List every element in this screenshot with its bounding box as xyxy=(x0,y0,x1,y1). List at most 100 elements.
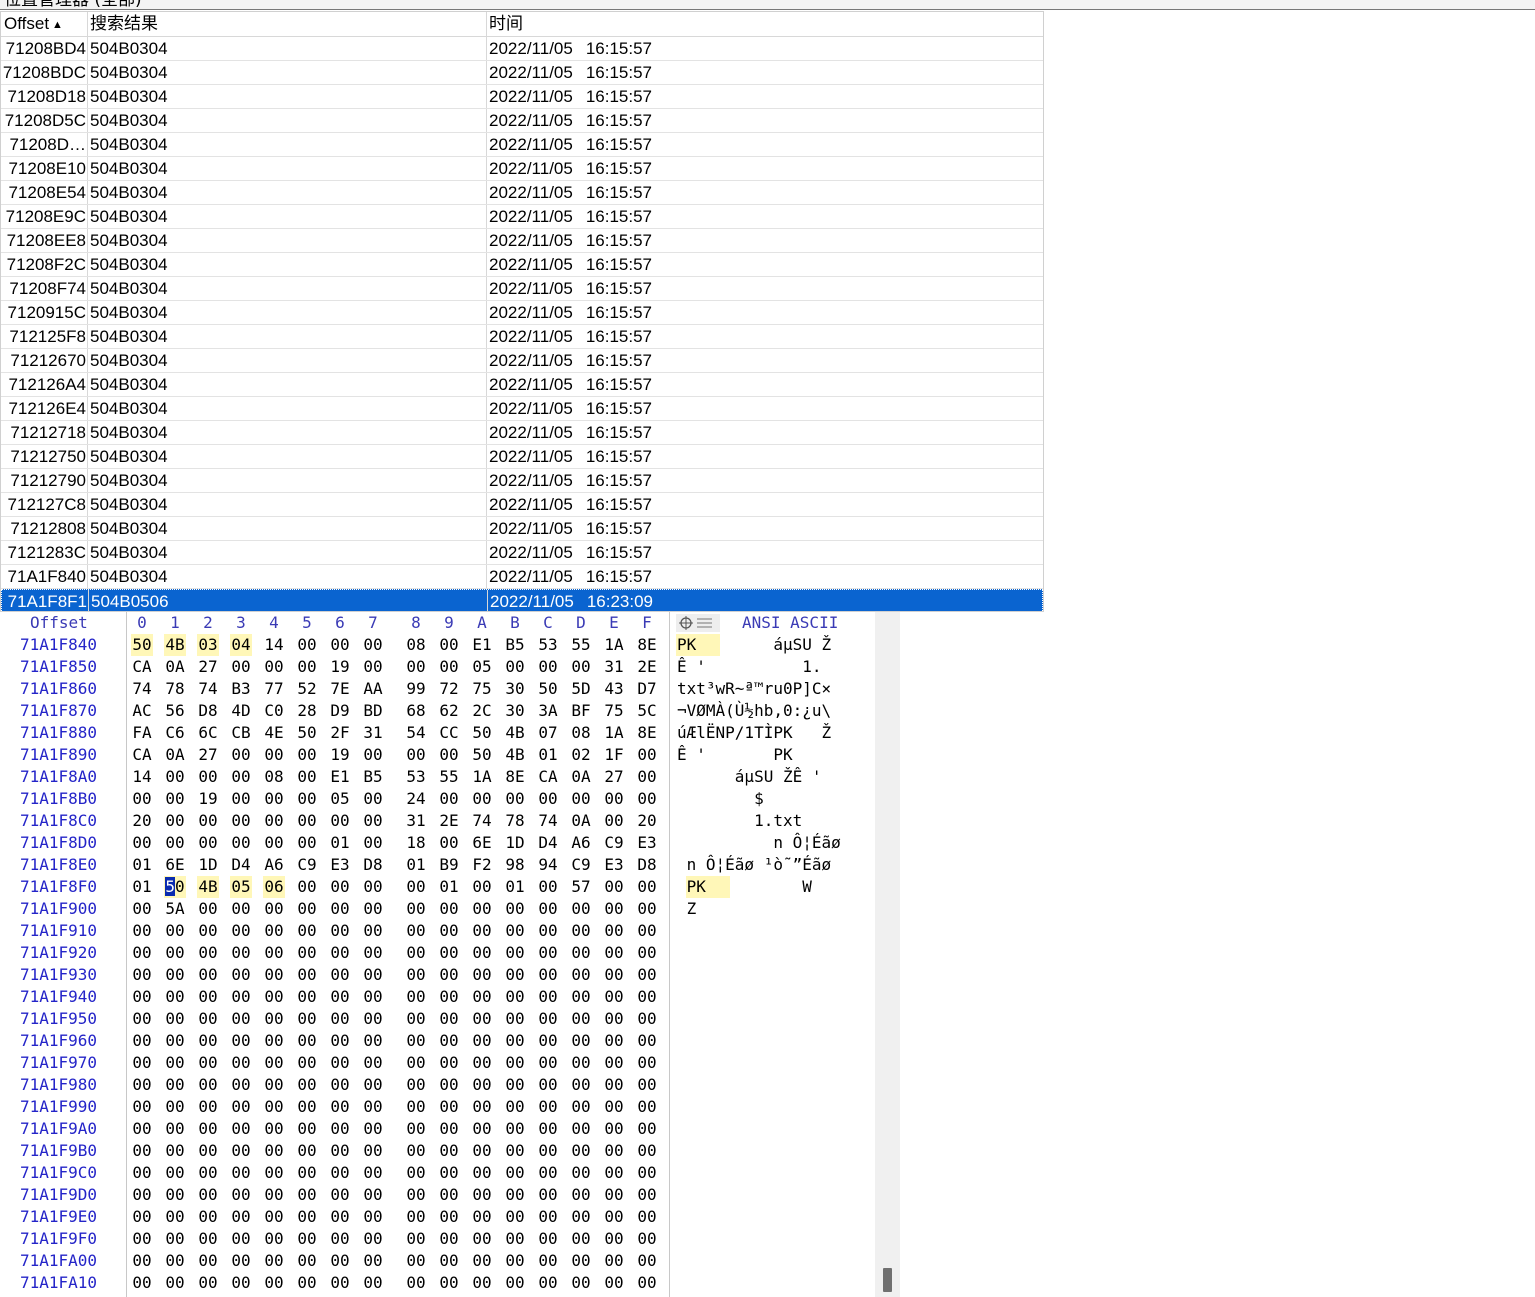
hex-byte[interactable]: 00 xyxy=(504,1272,526,1294)
hex-byte[interactable]: 00 xyxy=(504,788,526,810)
hex-byte[interactable]: 00 xyxy=(438,1118,460,1140)
hex-byte[interactable]: 00 xyxy=(405,964,427,986)
hex-byte[interactable]: CB xyxy=(230,722,252,744)
hex-byte[interactable]: 00 xyxy=(405,1184,427,1206)
hex-byte[interactable]: 00 xyxy=(603,1228,625,1250)
hex-byte[interactable]: CC xyxy=(438,722,460,744)
hex-byte[interactable]: 00 xyxy=(362,964,384,986)
ascii-row[interactable] xyxy=(670,1250,874,1272)
ascii-row[interactable] xyxy=(670,1008,874,1030)
hex-byte[interactable]: 00 xyxy=(164,1228,186,1250)
hex-byte[interactable]: FA xyxy=(131,722,153,744)
hex-byte[interactable]: 00 xyxy=(296,1118,318,1140)
hex-byte[interactable]: 00 xyxy=(131,898,153,920)
hex-byte[interactable]: 00 xyxy=(164,1008,186,1030)
hex-byte[interactable]: 00 xyxy=(263,986,285,1008)
table-row[interactable]: 71A1F8F1 504B0506 2022/11/05 16:23:09 xyxy=(1,589,1043,611)
hex-byte[interactable]: 00 xyxy=(296,744,318,766)
ascii-row[interactable]: Z xyxy=(670,898,874,920)
hex-byte[interactable]: 0A xyxy=(164,744,186,766)
hex-byte[interactable]: 00 xyxy=(197,1074,219,1096)
hex-byte[interactable]: 00 xyxy=(362,1140,384,1162)
ascii-row[interactable] xyxy=(670,1140,874,1162)
hex-byte[interactable]: 00 xyxy=(438,1074,460,1096)
hex-byte[interactable]: 4D xyxy=(230,700,252,722)
ascii-row[interactable] xyxy=(670,1206,874,1228)
hex-editor[interactable]: Offset 0123456789ABCDEF ANSI ASCII 71A1F… xyxy=(0,612,900,1297)
hex-byte[interactable]: 2C xyxy=(471,700,493,722)
hex-byte[interactable]: 78 xyxy=(504,810,526,832)
hex-byte[interactable]: 00 xyxy=(405,1228,427,1250)
table-row[interactable]: 71212718 504B0304 2022/11/05 16:15:57 xyxy=(1,421,1043,445)
hex-byte[interactable]: 00 xyxy=(263,920,285,942)
ascii-row[interactable]: áµSU ŽÊ ' xyxy=(670,766,874,788)
hex-byte[interactable]: 00 xyxy=(570,1250,592,1272)
hex-byte[interactable]: 6E xyxy=(471,832,493,854)
hex-byte[interactable]: 00 xyxy=(438,1184,460,1206)
hex-byte[interactable]: 00 xyxy=(362,1228,384,1250)
ascii-row[interactable]: úÆlËNP/1TÌPK Ž xyxy=(670,722,874,744)
hex-byte[interactable]: D7 xyxy=(636,678,658,700)
hex-byte[interactable]: 03 xyxy=(197,634,219,656)
ascii-row[interactable] xyxy=(670,1162,874,1184)
hex-byte[interactable]: 00 xyxy=(296,1228,318,1250)
hex-byte[interactable]: 00 xyxy=(471,1140,493,1162)
hex-byte[interactable]: 74 xyxy=(471,810,493,832)
hex-byte[interactable]: 00 xyxy=(471,1052,493,1074)
hex-byte[interactable]: 00 xyxy=(329,876,351,898)
hex-byte[interactable]: 05 xyxy=(230,876,252,898)
table-row[interactable]: 71208E54 504B0304 2022/11/05 16:15:57 xyxy=(1,181,1043,205)
ascii-row[interactable] xyxy=(670,1096,874,1118)
hex-byte[interactable]: 00 xyxy=(570,788,592,810)
hex-byte[interactable]: B5 xyxy=(362,766,384,788)
hex-byte[interactable]: 00 xyxy=(131,832,153,854)
hex-byte[interactable]: 00 xyxy=(438,1228,460,1250)
hex-byte[interactable]: 00 xyxy=(296,898,318,920)
hex-byte[interactable]: E3 xyxy=(329,854,351,876)
hex-byte[interactable]: 00 xyxy=(164,810,186,832)
hex-byte[interactable]: 31 xyxy=(405,810,427,832)
hex-byte[interactable]: 31 xyxy=(603,656,625,678)
hex-byte[interactable]: 6E xyxy=(164,854,186,876)
hex-byte[interactable]: 00 xyxy=(471,1118,493,1140)
hex-byte[interactable]: 00 xyxy=(438,656,460,678)
hex-byte[interactable]: 00 xyxy=(570,942,592,964)
hex-byte[interactable]: 00 xyxy=(230,1008,252,1030)
ascii-row[interactable] xyxy=(670,986,874,1008)
hex-byte[interactable]: D9 xyxy=(329,700,351,722)
hex-byte[interactable]: 30 xyxy=(504,700,526,722)
hex-byte[interactable]: 00 xyxy=(570,1228,592,1250)
hex-byte[interactable]: 00 xyxy=(197,832,219,854)
hex-byte[interactable]: 74 xyxy=(197,678,219,700)
hex-byte[interactable]: 00 xyxy=(329,810,351,832)
hex-byte[interactable]: 55 xyxy=(570,634,592,656)
ascii-row[interactable]: n Ô¦Éãø xyxy=(670,832,874,854)
hex-byte[interactable]: 00 xyxy=(636,986,658,1008)
hex-byte[interactable]: 00 xyxy=(603,1272,625,1294)
hex-byte[interactable]: 00 xyxy=(636,920,658,942)
hex-byte[interactable]: 00 xyxy=(636,1074,658,1096)
hex-byte[interactable]: 00 xyxy=(296,876,318,898)
hex-byte[interactable]: 00 xyxy=(537,1162,559,1184)
hex-byte[interactable]: 00 xyxy=(405,942,427,964)
hex-byte[interactable]: D4 xyxy=(537,832,559,854)
hex-byte[interactable]: 00 xyxy=(362,656,384,678)
hex-byte[interactable]: 00 xyxy=(230,1140,252,1162)
hex-byte[interactable]: 00 xyxy=(197,942,219,964)
hex-byte[interactable]: 00 xyxy=(636,1008,658,1030)
hex-byte[interactable]: 00 xyxy=(197,1272,219,1294)
hex-byte[interactable]: 00 xyxy=(164,1052,186,1074)
hex-byte[interactable]: 00 xyxy=(362,1272,384,1294)
hex-byte[interactable]: 00 xyxy=(405,898,427,920)
hex-byte[interactable]: 00 xyxy=(438,1096,460,1118)
hex-byte[interactable]: 00 xyxy=(438,788,460,810)
hex-byte[interactable]: 01 xyxy=(131,876,153,898)
hex-byte[interactable]: A6 xyxy=(570,832,592,854)
hex-byte[interactable]: 00 xyxy=(230,964,252,986)
hex-byte[interactable]: 00 xyxy=(296,942,318,964)
hex-byte[interactable]: 00 xyxy=(230,810,252,832)
ascii-row[interactable]: Ê ' 1. xyxy=(670,656,874,678)
hex-byte[interactable]: 00 xyxy=(405,656,427,678)
hex-byte[interactable]: 00 xyxy=(263,1008,285,1030)
hex-byte[interactable]: 00 xyxy=(230,898,252,920)
